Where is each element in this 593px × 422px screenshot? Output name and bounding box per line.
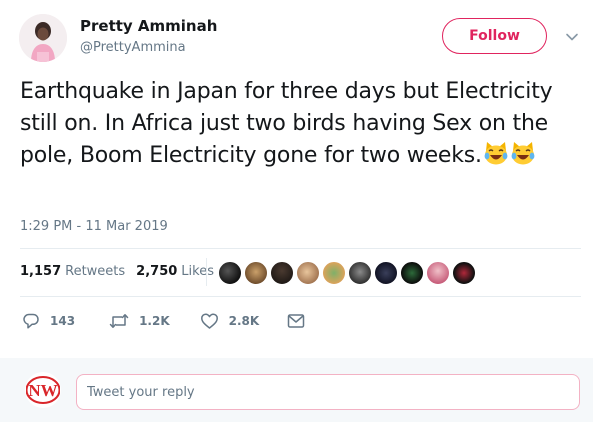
liker-avatar[interactable]	[322, 261, 346, 285]
liker-avatar[interactable]	[218, 261, 242, 285]
reply-icon[interactable]	[22, 312, 40, 330]
tweet-stats: 1,157 Retweets 2,750 Likes	[20, 264, 225, 279]
follow-button[interactable]: Follow	[442, 18, 547, 54]
reply-action[interactable]: 143	[22, 312, 75, 330]
like-action[interactable]: 2.8K	[200, 312, 260, 330]
liker-avatar[interactable]	[244, 261, 268, 285]
liker-avatar[interactable]	[400, 261, 424, 285]
divider	[20, 296, 581, 297]
nw-logo-icon: NW	[26, 376, 60, 404]
retweet-count: 1.2K	[139, 314, 170, 328]
envelope-icon[interactable]	[287, 313, 305, 329]
reply-input[interactable]	[76, 374, 580, 410]
retweets-count[interactable]: 1,157	[20, 264, 61, 279]
liker-avatar[interactable]	[426, 261, 450, 285]
author-handle[interactable]: @PrettyAmmina	[80, 40, 186, 55]
direct-message-action[interactable]	[287, 313, 305, 329]
laughing-cat-emoji-icon	[511, 142, 535, 165]
liker-avatar[interactable]	[374, 261, 398, 285]
author-photo-icon	[19, 14, 67, 62]
divider	[20, 248, 581, 249]
liker-avatar[interactable]	[348, 261, 372, 285]
tweet-text: Earthquake in Japan for three days but E…	[20, 79, 553, 168]
laughing-cat-emoji-icon	[484, 142, 508, 165]
tweet-text-container: Earthquake in Japan for three days but E…	[20, 76, 580, 172]
chevron-down-icon[interactable]	[563, 28, 581, 46]
liker-avatars	[218, 261, 478, 285]
like-count: 2.8K	[228, 314, 260, 328]
retweet-icon[interactable]	[109, 312, 129, 330]
liker-avatar[interactable]	[270, 261, 294, 285]
retweets-label[interactable]: Retweets	[65, 264, 125, 279]
tweet-actions: 143 1.2K 2.8K	[20, 310, 305, 332]
likes-label[interactable]: Likes	[181, 264, 214, 279]
reply-user-avatar[interactable]: NW	[25, 372, 61, 408]
author-name[interactable]: Pretty Amminah	[80, 17, 217, 35]
likes-count[interactable]: 2,750	[136, 264, 177, 279]
tweet-timestamp[interactable]: 1:29 PM - 11 Mar 2019	[20, 219, 168, 234]
stats-separator	[206, 258, 207, 286]
heart-icon[interactable]	[200, 312, 219, 330]
liker-avatar[interactable]	[296, 261, 320, 285]
retweet-action[interactable]: 1.2K	[109, 312, 170, 330]
tweet-card: Pretty Amminah @PrettyAmmina Follow Eart…	[0, 0, 593, 422]
reply-avatar-text: NW	[28, 381, 57, 400]
author-avatar[interactable]	[19, 14, 67, 62]
reply-count: 143	[50, 314, 76, 328]
liker-avatar[interactable]	[452, 261, 476, 285]
